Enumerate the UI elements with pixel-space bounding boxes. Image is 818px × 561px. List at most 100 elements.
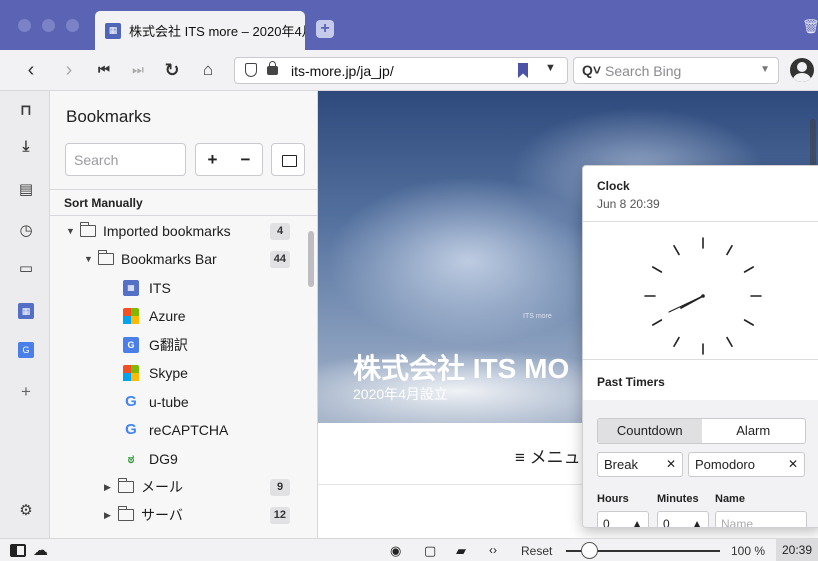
expand-arrow-icon[interactable]: ▼ <box>66 226 80 236</box>
tree-folder-row[interactable]: ▼ Bookmarks Bar 44 <box>50 245 312 273</box>
cloud-sync-icon[interactable]: ☁ <box>33 543 48 558</box>
lock-icon[interactable] <box>267 61 278 75</box>
bookmark-label: G翻訳 <box>149 337 188 353</box>
remove-bookmark-button[interactable]: − <box>229 144 262 175</box>
browser-tab[interactable]: ▦ 株式会社 ITS more – 2020年4月設立 <box>95 11 305 50</box>
new-tab-button[interactable]: + <box>316 20 334 38</box>
folder-icon <box>80 222 96 237</box>
rewind-icon[interactable]: ⏮ <box>96 59 112 81</box>
clock-tick <box>726 244 733 256</box>
add-bookmark-button[interactable]: + <box>196 144 229 175</box>
bookmark-item[interactable]: ▦ ITS <box>50 274 312 302</box>
count-badge: 4 <box>270 222 290 240</box>
count-badge: 12 <box>269 506 290 524</box>
site-menu-button[interactable]: ≡ メニュ <box>515 443 581 468</box>
navigation-toolbar: ‹ › ⏮ ⏭ ↻ ⌂ its-more.jp/ja_jp/ ▼ Q˅ Sear… <box>0 50 818 91</box>
microsoft-favicon-icon <box>123 308 139 324</box>
bookmark-item[interactable]: ಠ DG9 <box>50 445 312 473</box>
address-bar[interactable]: its-more.jp/ja_jp/ ▼ <box>234 57 568 84</box>
folder-icon <box>118 478 134 493</box>
chevron-down-icon[interactable]: ▼ <box>760 64 770 75</box>
window-panel-icon[interactable]: ▭ <box>18 261 34 277</box>
clock-button[interactable]: 20:39 <box>776 539 818 561</box>
tab-countdown[interactable]: Countdown <box>598 419 702 443</box>
preset-pomodoro[interactable]: Pomodoro ✕ <box>688 452 805 477</box>
google-favicon-icon: G <box>125 421 137 438</box>
toggle-panel-icon[interactable] <box>10 544 26 557</box>
bookmark-icon[interactable] <box>518 63 528 78</box>
close-icon[interactable]: ✕ <box>666 457 676 471</box>
sort-selector[interactable]: Sort Manually <box>50 189 317 216</box>
downloads-panel-icon[interactable]: ⤓ <box>18 139 34 155</box>
timer-name-input[interactable]: Name <box>715 511 807 527</box>
tree-folder-row[interactable]: ▼ Imported bookmarks 4 <box>50 217 312 245</box>
chevron-down-icon[interactable]: ▼ <box>545 62 556 74</box>
tree-folder-row[interactable]: ▶ メール 9 <box>50 473 312 501</box>
collapse-arrow-icon[interactable]: ▶ <box>104 510 118 521</box>
image-icon[interactable]: ▰ <box>456 543 466 558</box>
clock-date: Jun 8 20:39 <box>597 197 660 211</box>
add-webpanel-icon[interactable]: + <box>18 383 34 400</box>
clock-popup: Clock Jun 8 20:39 Past Timers Countdown … <box>582 165 818 528</box>
close-icon[interactable]: ✕ <box>788 457 798 471</box>
microsoft-favicon-icon <box>123 365 139 381</box>
page-actions-icon[interactable]: ‹› <box>489 543 497 558</box>
close-window-button[interactable] <box>18 19 31 32</box>
minutes-stepper[interactable]: 0 ▲ <box>657 511 709 527</box>
zoom-slider-handle[interactable] <box>581 542 599 559</box>
panel-scrollbar[interactable] <box>308 231 314 287</box>
collapse-arrow-icon[interactable]: ▶ <box>104 482 118 493</box>
its-webpanel-icon[interactable]: ▦ <box>18 303 34 319</box>
google-translate-webpanel-icon[interactable]: G <box>18 342 34 358</box>
address-text[interactable]: its-more.jp/ja_jp/ <box>291 63 394 79</box>
minimize-window-button[interactable] <box>42 19 55 32</box>
maximize-window-button[interactable] <box>66 19 79 32</box>
step-up-icon[interactable]: ▲ <box>691 517 703 527</box>
bookmark-item[interactable]: G reCAPTCHA <box>50 416 312 444</box>
hours-stepper[interactable]: 0 ▲ <box>597 511 649 527</box>
bookmarks-panel-icon[interactable]: ⊓ <box>18 103 34 119</box>
tile-icon[interactable]: ▢ <box>424 543 436 558</box>
forward-icon[interactable]: › <box>60 59 78 81</box>
title-bar: ▦ 株式会社 ITS more – 2020年4月設立 + 🗑 <box>0 0 818 50</box>
back-icon[interactable]: ‹ <box>22 59 40 81</box>
tab-alarm[interactable]: Alarm <box>702 419 806 443</box>
divider <box>583 221 818 222</box>
status-bar: ☁ ◉ ▢ ▰ ‹› Reset 100 % 20:39 <box>0 538 818 561</box>
bookmark-item[interactable]: G u-tube <box>50 388 312 416</box>
shield-icon[interactable] <box>245 63 257 77</box>
search-field[interactable]: Q˅ Search Bing ▼ <box>573 57 779 84</box>
bookmark-item[interactable]: Skype <box>50 359 312 387</box>
profile-avatar[interactable] <box>790 58 814 82</box>
its-favicon-icon: ▦ <box>123 280 139 296</box>
count-badge: 44 <box>269 250 290 268</box>
folder-icon <box>118 506 134 521</box>
trash-icon[interactable]: 🗑 <box>802 18 818 34</box>
search-icon: Q˅ <box>582 62 602 78</box>
expand-arrow-icon[interactable]: ▼ <box>84 254 98 264</box>
timer-mode-toggle: Countdown Alarm <box>597 418 806 444</box>
fast-forward-icon[interactable]: ⏭ <box>130 59 146 81</box>
preset-break[interactable]: Break ✕ <box>597 452 683 477</box>
bookmark-label: u-tube <box>149 394 189 410</box>
capture-icon[interactable]: ◉ <box>390 543 401 558</box>
dg9-favicon-icon: ಠ <box>127 452 135 466</box>
panel-title: Bookmarks <box>66 107 152 126</box>
home-icon[interactable]: ⌂ <box>198 59 218 81</box>
tree-folder-row[interactable]: ▶ サーバ 12 <box>50 501 312 529</box>
notes-panel-icon[interactable]: ▤ <box>18 182 34 198</box>
bookmark-item[interactable]: Azure <box>50 302 312 330</box>
zoom-reset-button[interactable]: Reset <box>521 544 552 558</box>
bookmark-item[interactable]: G G翻訳 <box>50 331 312 359</box>
settings-gear-icon[interactable]: ⚙ <box>18 503 34 519</box>
bookmark-search-input[interactable]: Search <box>65 143 186 176</box>
clock-tick <box>673 336 680 348</box>
minute-hand <box>668 295 704 313</box>
reload-icon[interactable]: ↻ <box>162 59 182 81</box>
name-label: Name <box>715 493 745 505</box>
new-folder-button[interactable] <box>271 143 305 176</box>
count-badge: 9 <box>270 478 290 496</box>
step-up-icon[interactable]: ▲ <box>631 517 643 527</box>
history-panel-icon[interactable]: ◷ <box>18 223 34 239</box>
its-favicon-icon: ▦ <box>105 22 121 39</box>
